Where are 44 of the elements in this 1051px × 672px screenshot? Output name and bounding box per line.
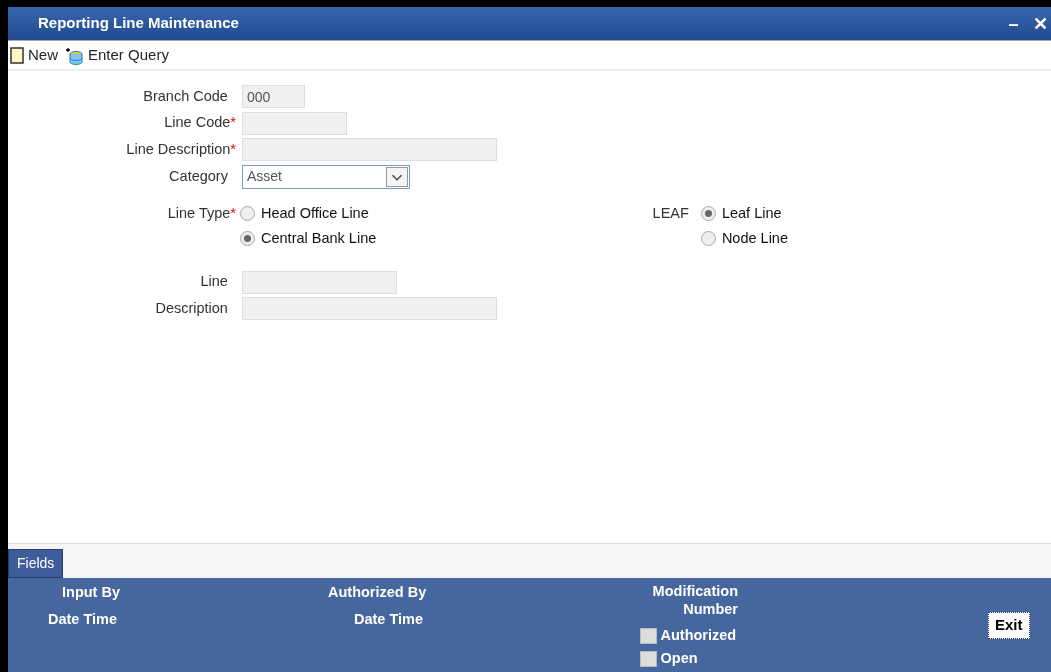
footer-label: Modification Number bbox=[651, 582, 738, 619]
checkbox[interactable] bbox=[640, 627, 657, 644]
fields-tab[interactable]: Fields bbox=[8, 549, 64, 578]
category-dropdown[interactable]: Asset bbox=[242, 164, 410, 189]
radio-option[interactable]: Head Office Line bbox=[240, 202, 377, 225]
footer-label: Authorized By bbox=[328, 583, 427, 602]
checkbox[interactable] bbox=[640, 650, 657, 667]
radio-option[interactable]: Node Line bbox=[700, 227, 788, 250]
caret-icon bbox=[386, 166, 408, 187]
checkbox-label: Open bbox=[660, 649, 698, 668]
close-icon[interactable]: ✕ bbox=[1032, 14, 1048, 33]
window-title: Reporting Line Maintenance bbox=[38, 13, 240, 34]
input-field[interactable] bbox=[242, 270, 397, 294]
database-icon bbox=[64, 45, 84, 65]
radio-option[interactable]: Leaf Line bbox=[700, 202, 788, 225]
toolbar-button[interactable]: Enter Query bbox=[64, 43, 169, 67]
field-label: Category bbox=[169, 167, 228, 184]
radio-button[interactable] bbox=[700, 231, 716, 247]
exit-button[interactable]: Exit bbox=[988, 612, 1030, 639]
field-label: Description bbox=[155, 299, 228, 316]
radio-button[interactable] bbox=[240, 205, 255, 221]
footer-label: Date Time bbox=[354, 610, 424, 629]
minimize-icon[interactable]: – bbox=[1008, 14, 1019, 33]
field-label: LEAF bbox=[652, 204, 689, 221]
radio-button[interactable] bbox=[240, 231, 255, 247]
footer-label: Date Time bbox=[48, 610, 118, 629]
input-field[interactable] bbox=[242, 111, 347, 135]
required-mark: * bbox=[230, 114, 236, 131]
radio-option[interactable]: Central Bank Line bbox=[240, 227, 377, 250]
required-mark: * bbox=[230, 204, 236, 221]
input-field[interactable] bbox=[242, 138, 497, 161]
input-field[interactable] bbox=[242, 297, 497, 320]
footer-label: Input By bbox=[62, 583, 120, 602]
toolbar-button[interactable]: New bbox=[10, 43, 58, 67]
field-label: Line Description bbox=[126, 140, 231, 157]
required-mark: * bbox=[230, 140, 236, 157]
checkbox-label: Authorized bbox=[660, 626, 737, 645]
input-field[interactable]: 000 bbox=[242, 85, 305, 108]
field-label: Line Code bbox=[164, 114, 231, 131]
document-icon bbox=[10, 46, 24, 64]
field-label: Line bbox=[200, 273, 228, 290]
field-label: Branch Code bbox=[143, 87, 228, 104]
radio-button[interactable] bbox=[700, 205, 716, 221]
field-label: Line Type bbox=[167, 204, 231, 221]
